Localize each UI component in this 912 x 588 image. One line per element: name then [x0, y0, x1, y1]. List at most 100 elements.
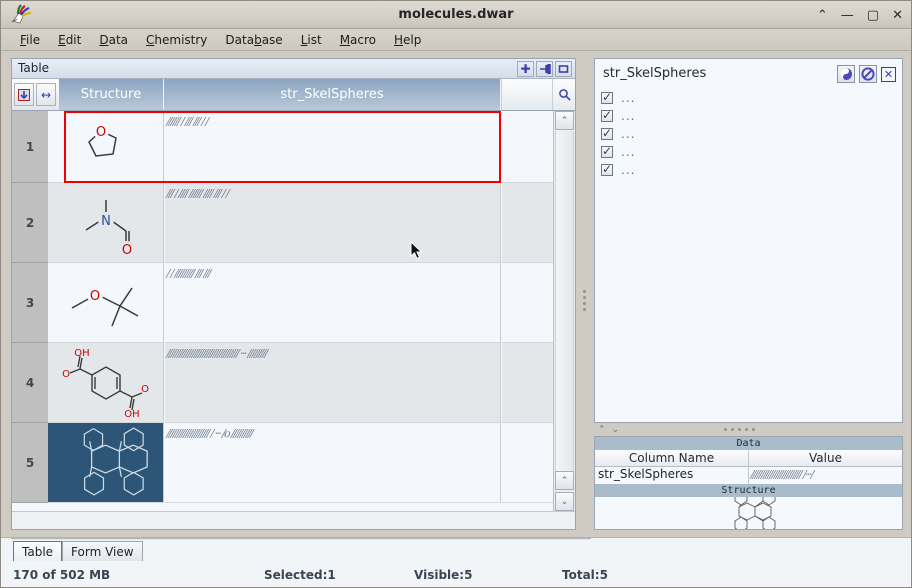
checkbox-checked-icon[interactable] [601, 110, 613, 122]
svg-text:O: O [62, 369, 70, 380]
detail-column-headers: Column Name Value [595, 450, 902, 467]
horizontal-splitter[interactable]: ⌃ ⌄ [594, 424, 903, 436]
list-item[interactable]: ... [601, 107, 891, 125]
wrench-tool-button[interactable] [536, 61, 553, 77]
list-item[interactable]: ... [601, 161, 891, 179]
cell-blank[interactable] [502, 183, 553, 263]
table-column-header-row: ↔ Structure str_SkelSpheres [12, 79, 575, 111]
menu-data[interactable]: Data [90, 31, 137, 49]
detail-cell-column-name[interactable]: str_SkelSpheres [595, 467, 749, 484]
list-item[interactable]: ... [601, 89, 891, 107]
cell-str-skelspheres[interactable]: /// / //// ////// //// /// / / [165, 183, 501, 263]
cell-str-skelspheres[interactable]: ////// / /// /// / / [165, 111, 501, 183]
detail-header-value[interactable]: Value [749, 450, 902, 466]
cell-str-skelspheres[interactable]: ////////////////////////////////// ··· /… [165, 343, 501, 423]
cell-blank[interactable] [502, 423, 553, 503]
obfuscated-text: //////////////////////// /···/ [749, 468, 814, 481]
checkbox-checked-icon[interactable] [601, 128, 613, 140]
splitter-down-arrow-icon[interactable]: ⌄ [612, 425, 620, 435]
table-row[interactable]: 4 [12, 343, 553, 423]
status-memory: 170 of 502 MB [13, 564, 110, 586]
column-width-button[interactable]: ↔ [36, 83, 56, 106]
filter-item-label: ... [621, 163, 635, 177]
detail-cell-value[interactable]: //////////////////////// /···/ [749, 467, 902, 484]
cell-str-skelspheres[interactable]: / / ///////// /// /// [165, 263, 501, 343]
row-number[interactable]: 5 [12, 423, 48, 503]
table-vertical-scrollbar[interactable]: ⌃ ⌃ ⌄ [553, 111, 575, 511]
scroll-up-button[interactable]: ⌃ [555, 111, 574, 130]
status-selected: Selected:1 [264, 564, 336, 586]
row-number[interactable]: 3 [12, 263, 48, 343]
maximize-button[interactable]: ▢ [867, 9, 879, 22]
cell-structure[interactable]: N O [48, 183, 164, 263]
menu-chemistry[interactable]: Chemistry [137, 31, 216, 49]
table-row[interactable]: 1 O ////// / /// /// / / [12, 111, 553, 183]
detail-panel: Data Column Name Value str_SkelSpheres /… [594, 436, 903, 530]
cell-structure[interactable]: O [48, 111, 164, 183]
table-row[interactable]: 5 [12, 423, 553, 503]
tab-form-view[interactable]: Form View [62, 541, 143, 561]
cell-blank[interactable] [502, 111, 553, 183]
detail-header-column-name[interactable]: Column Name [595, 450, 749, 466]
cell-blank[interactable] [502, 263, 553, 343]
column-header-structure[interactable]: Structure [59, 79, 164, 110]
splitter-arrows[interactable]: ⌃ ⌄ [598, 425, 619, 435]
list-item[interactable]: ... [601, 125, 891, 143]
add-column-button[interactable]: ✚ [517, 61, 534, 77]
cell-str-skelspheres[interactable]: //////////////////// / ··· /o ////////// [165, 423, 501, 503]
filter-panel-title: str_SkelSpheres [603, 66, 706, 81]
filter-item-label: ... [621, 109, 635, 123]
table-row[interactable]: 2 N O [12, 183, 553, 263]
cell-structure[interactable] [48, 423, 164, 503]
data-section-title: Data [595, 437, 902, 450]
table-panel: Table ✚ ↔ Structure str_Ske [11, 58, 576, 530]
table-horizontal-scrollbar[interactable] [12, 511, 575, 529]
menu-edit[interactable]: Edit [49, 31, 90, 49]
detach-view-button[interactable] [555, 61, 572, 77]
detail-row[interactable]: str_SkelSpheres ////////////////////////… [595, 467, 902, 484]
row-select-button[interactable] [14, 83, 34, 106]
obfuscated-text: //////////////////// / ··· /o ////////// [165, 427, 497, 440]
structure-section-title: Structure [595, 484, 902, 497]
minimize-button[interactable]: — [841, 9, 854, 22]
list-item[interactable]: ... [601, 143, 891, 161]
menu-list[interactable]: List [292, 31, 331, 49]
menu-file[interactable]: File [11, 31, 49, 49]
scroll-track[interactable] [555, 131, 574, 489]
svg-text:O: O [141, 384, 149, 395]
row-number[interactable]: 1 [12, 111, 48, 183]
disable-filter-button[interactable] [859, 65, 877, 83]
cell-structure[interactable]: OH O O OH [48, 343, 164, 423]
menu-database[interactable]: Database [216, 31, 291, 49]
magnifier-icon[interactable] [552, 79, 575, 110]
column-header-blank[interactable] [501, 79, 552, 110]
menu-macro[interactable]: Macro [331, 31, 385, 49]
checkbox-checked-icon[interactable] [601, 92, 613, 104]
table-panel-title-bar: Table ✚ [12, 59, 575, 79]
invert-filter-button[interactable] [837, 65, 855, 83]
close-filter-button[interactable]: ✕ [881, 67, 896, 82]
table-row[interactable]: 3 O / / ///////// /// /// [12, 263, 553, 343]
scroll-down-button[interactable]: ⌄ [555, 492, 574, 511]
svg-text:O: O [89, 289, 99, 304]
checkbox-checked-icon[interactable] [601, 164, 613, 176]
column-header-str-skelspheres[interactable]: str_SkelSpheres [164, 79, 501, 110]
svg-text:N: N [101, 214, 111, 229]
row-number[interactable]: 2 [12, 183, 48, 263]
menu-help[interactable]: Help [385, 31, 430, 49]
row-number[interactable]: 4 [12, 343, 48, 423]
cell-blank[interactable] [502, 343, 553, 423]
close-button[interactable]: ✕ [892, 9, 903, 22]
checkbox-checked-icon[interactable] [601, 146, 613, 158]
scroll-thumb-up-button[interactable]: ⌃ [555, 471, 574, 490]
shade-button[interactable]: ⌃ [817, 9, 828, 22]
menu-bar: File Edit Data Chemistry Database List M… [1, 29, 911, 51]
splitter-up-arrow-icon[interactable]: ⌃ [598, 425, 606, 435]
structure-preview[interactable] [595, 497, 902, 529]
vertical-splitter[interactable] [579, 58, 591, 530]
cell-structure[interactable]: O [48, 263, 164, 343]
svg-text:OH: OH [124, 409, 139, 420]
application-window: molecules.dwar ⌃ — ▢ ✕ File Edit Data Ch… [0, 0, 912, 588]
tab-table[interactable]: Table [13, 541, 62, 561]
mouse-cursor [410, 241, 424, 265]
